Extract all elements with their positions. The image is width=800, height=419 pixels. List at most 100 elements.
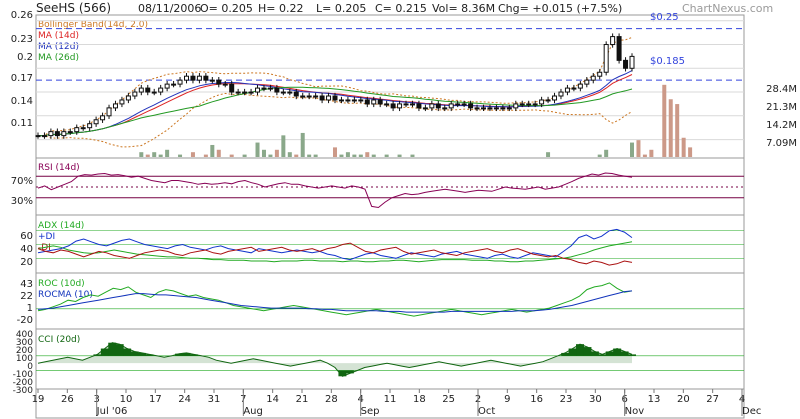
candle-body xyxy=(442,107,448,110)
candle-body xyxy=(409,103,415,106)
candle-body xyxy=(603,44,609,73)
candle-body xyxy=(558,91,564,97)
candle-body xyxy=(416,103,422,109)
candle-body xyxy=(93,119,99,125)
candle-body xyxy=(455,103,461,106)
candle-body xyxy=(48,131,54,137)
candle-body xyxy=(532,103,538,106)
date-tick-label: 31 xyxy=(208,394,221,405)
candle-body xyxy=(513,103,519,109)
candle-body xyxy=(403,103,409,106)
volume-bar xyxy=(681,137,686,157)
candle-body xyxy=(171,83,177,86)
candle-body xyxy=(390,103,396,109)
volume-bar xyxy=(281,135,286,157)
candle-body xyxy=(539,99,545,105)
price-tick: 0.11 xyxy=(11,118,33,129)
volume-tick: 14.2M xyxy=(766,120,797,131)
volume-bar xyxy=(642,154,647,157)
volume-bar xyxy=(190,152,195,157)
cci-tick: -300 xyxy=(13,386,34,396)
volume-bar xyxy=(165,149,170,157)
candle-body xyxy=(474,107,480,110)
date-tick-label: 24 xyxy=(178,394,191,405)
rsi-tick: 70% xyxy=(11,176,33,187)
date-tick-label: 26 xyxy=(61,394,74,405)
candle-body xyxy=(590,75,596,81)
candle-body xyxy=(242,91,248,94)
cci-area xyxy=(38,342,632,377)
date-tick-label: 9 xyxy=(504,394,510,405)
date-label: 08/11/2006 xyxy=(138,2,201,15)
volume-bar xyxy=(307,154,312,157)
watermark: ChartNexus.com xyxy=(682,2,773,15)
candle-body xyxy=(158,87,164,93)
candle-body xyxy=(468,103,474,109)
candle-body xyxy=(235,91,241,94)
candle-body xyxy=(545,99,551,102)
date-tick-label: 21 xyxy=(296,394,309,405)
adx-plus-di-label: +DI xyxy=(38,232,55,242)
date-tick-label: 20 xyxy=(677,394,690,405)
volume-bar xyxy=(604,149,609,157)
date-tick-label: 23 xyxy=(560,394,573,405)
candle-body xyxy=(493,107,499,110)
price-tick: 0.17 xyxy=(11,73,33,84)
volume-bar xyxy=(139,152,144,157)
date-tick-label: 16 xyxy=(530,394,543,405)
price-tick: 0.14 xyxy=(11,96,33,107)
volume-bar xyxy=(287,152,292,157)
legend-ma12: MA (12d) xyxy=(38,42,79,52)
rocma-label: ROCMA (10) xyxy=(38,290,93,300)
candle-body xyxy=(384,103,390,106)
date-tick-label: 13 xyxy=(648,394,661,405)
volume-bar xyxy=(649,149,654,157)
candle-body xyxy=(267,87,273,90)
candle-body xyxy=(177,79,183,85)
volume-bar xyxy=(345,152,350,157)
volume-bar xyxy=(300,132,305,157)
candle-body xyxy=(255,87,261,93)
date-tick-label: 11 xyxy=(384,394,397,405)
candle-body xyxy=(280,91,286,94)
candle-body xyxy=(138,87,144,93)
volume-bar xyxy=(675,104,680,157)
price-tick: 0.2 xyxy=(17,52,33,63)
price-tick: 0.26 xyxy=(11,10,33,21)
high-label: H= 0.22 xyxy=(258,2,303,15)
month-label: Sep xyxy=(361,406,380,417)
volume-tick: 21.3M xyxy=(766,102,797,113)
volume-bar xyxy=(384,154,389,157)
volume-bar xyxy=(152,152,157,157)
date-tick-label: 18 xyxy=(413,394,426,405)
rsi-line xyxy=(37,172,633,209)
volume-bar xyxy=(352,154,357,157)
volume-bar xyxy=(339,154,344,157)
volume-bar xyxy=(333,147,337,157)
date-tick-label: 28 xyxy=(325,394,338,405)
candle-body xyxy=(487,107,493,110)
candle-body xyxy=(248,91,254,94)
volume-bar xyxy=(688,147,693,157)
volume-bar xyxy=(630,142,634,157)
candle-body xyxy=(35,135,41,138)
adx-tick: 40 xyxy=(20,244,33,255)
candle-body xyxy=(87,123,93,129)
volume-label: Vol= 8.36M xyxy=(432,2,495,15)
candle-body xyxy=(61,131,67,137)
candle-body xyxy=(564,87,570,93)
volume-bar xyxy=(410,154,415,157)
candle-body xyxy=(371,99,377,105)
volume-bar xyxy=(158,154,163,157)
volume-bar xyxy=(261,149,266,157)
candle-body xyxy=(313,95,319,98)
candle-body xyxy=(364,99,370,105)
volume-bar xyxy=(178,154,183,157)
close-label: C= 0.215 xyxy=(375,2,427,15)
stock-chart: SeeHS (566) 08/11/2006 O= 0.205 H= 0.22 … xyxy=(11,1,797,419)
candle-body xyxy=(151,91,157,94)
roc-tick: 1 xyxy=(27,303,33,314)
candle-body xyxy=(209,79,215,82)
candle-body xyxy=(345,99,351,102)
candle-body xyxy=(506,107,512,110)
